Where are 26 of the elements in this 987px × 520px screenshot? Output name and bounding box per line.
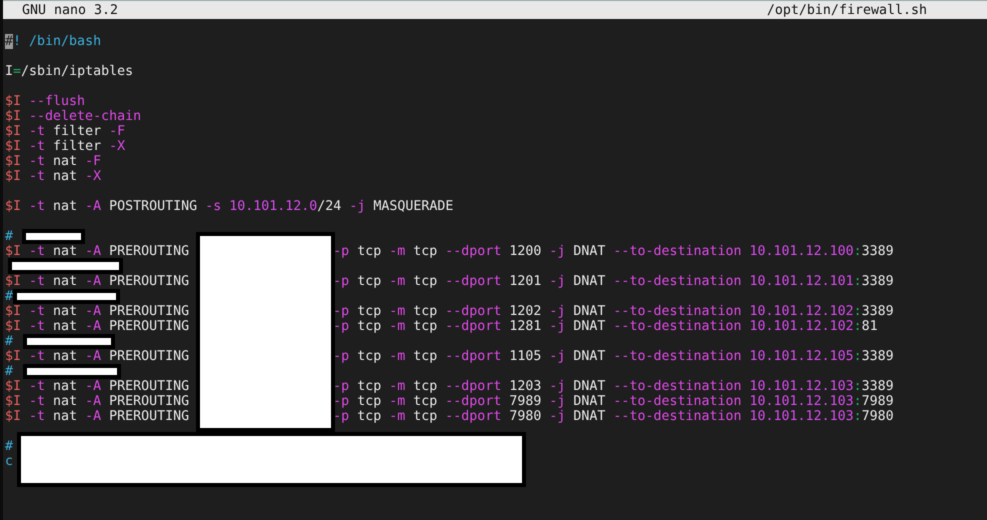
code-line: $I --delete-chain bbox=[5, 109, 142, 124]
code-line: $I -t nat -A PREROUTING -p tcp -m tcp --dport 1201 -j DNAT --to-destination 10.101.12.101:3389 bbox=[5, 274, 894, 289]
code-line: $I -t filter -F bbox=[5, 124, 126, 139]
app-version: GNU nano 3.2 bbox=[22, 2, 118, 18]
code-line: $I -t filter -X bbox=[5, 139, 126, 154]
file-path: /opt/bin/firewall.sh bbox=[766, 2, 927, 18]
code-line: $I -t nat -A PREROUTING -p tcp -m tcp --dport 7989 -j DNAT --to-destination 10.101.12.103:7989 bbox=[5, 394, 894, 409]
code-line: $I --flush bbox=[5, 94, 86, 109]
code-line: c bbox=[5, 454, 14, 469]
code-line: $I -t nat -A PREROUTING -p tcp -m tcp --dport 7980 -j DNAT --to-destination 10.101.12.103:7980 bbox=[5, 409, 894, 424]
code-line: I=/sbin/iptables bbox=[5, 64, 134, 79]
code-line: # bbox=[5, 289, 14, 304]
code-line: # bbox=[5, 334, 14, 349]
code-line: # bbox=[5, 364, 14, 379]
code-line: $I -t nat -A PREROUTING -p tcp -m tcp --dport 1202 -j DNAT --to-destination 10.101.12.102:3389 bbox=[5, 304, 894, 319]
code-line: $I -t nat -A PREROUTING -p tcp -m tcp --dport 1203 -j DNAT --to-destination 10.101.12.103:3389 bbox=[5, 379, 894, 394]
code-line: $I -t nat -F bbox=[5, 154, 102, 169]
code-line: $I -t nat -A PREROUTING -p tcp -m tcp --dport 1105 -j DNAT --to-destination 10.101.12.105:3389 bbox=[5, 349, 894, 364]
code-line: # bbox=[5, 229, 14, 244]
code-line: $I -t nat -A PREROUTING -p tcp -m tcp --dport 1281 -j DNAT --to-destination 10.101.12.102:81 bbox=[5, 319, 878, 334]
code-line: $I -t nat -X bbox=[5, 169, 102, 184]
code-line: $I -t nat -A PREROUTING -p tcp -m tcp --dport 1200 -j DNAT --to-destination 10.101.12.100:3389 bbox=[5, 244, 894, 259]
code-line: $I -t nat -A POSTROUTING -s 10.101.12.0/24 -j MASQUERADE bbox=[5, 199, 454, 214]
code-line: #! /bin/bash bbox=[5, 34, 102, 49]
redaction-box bbox=[22, 229, 85, 244]
code-line: # bbox=[5, 439, 14, 454]
